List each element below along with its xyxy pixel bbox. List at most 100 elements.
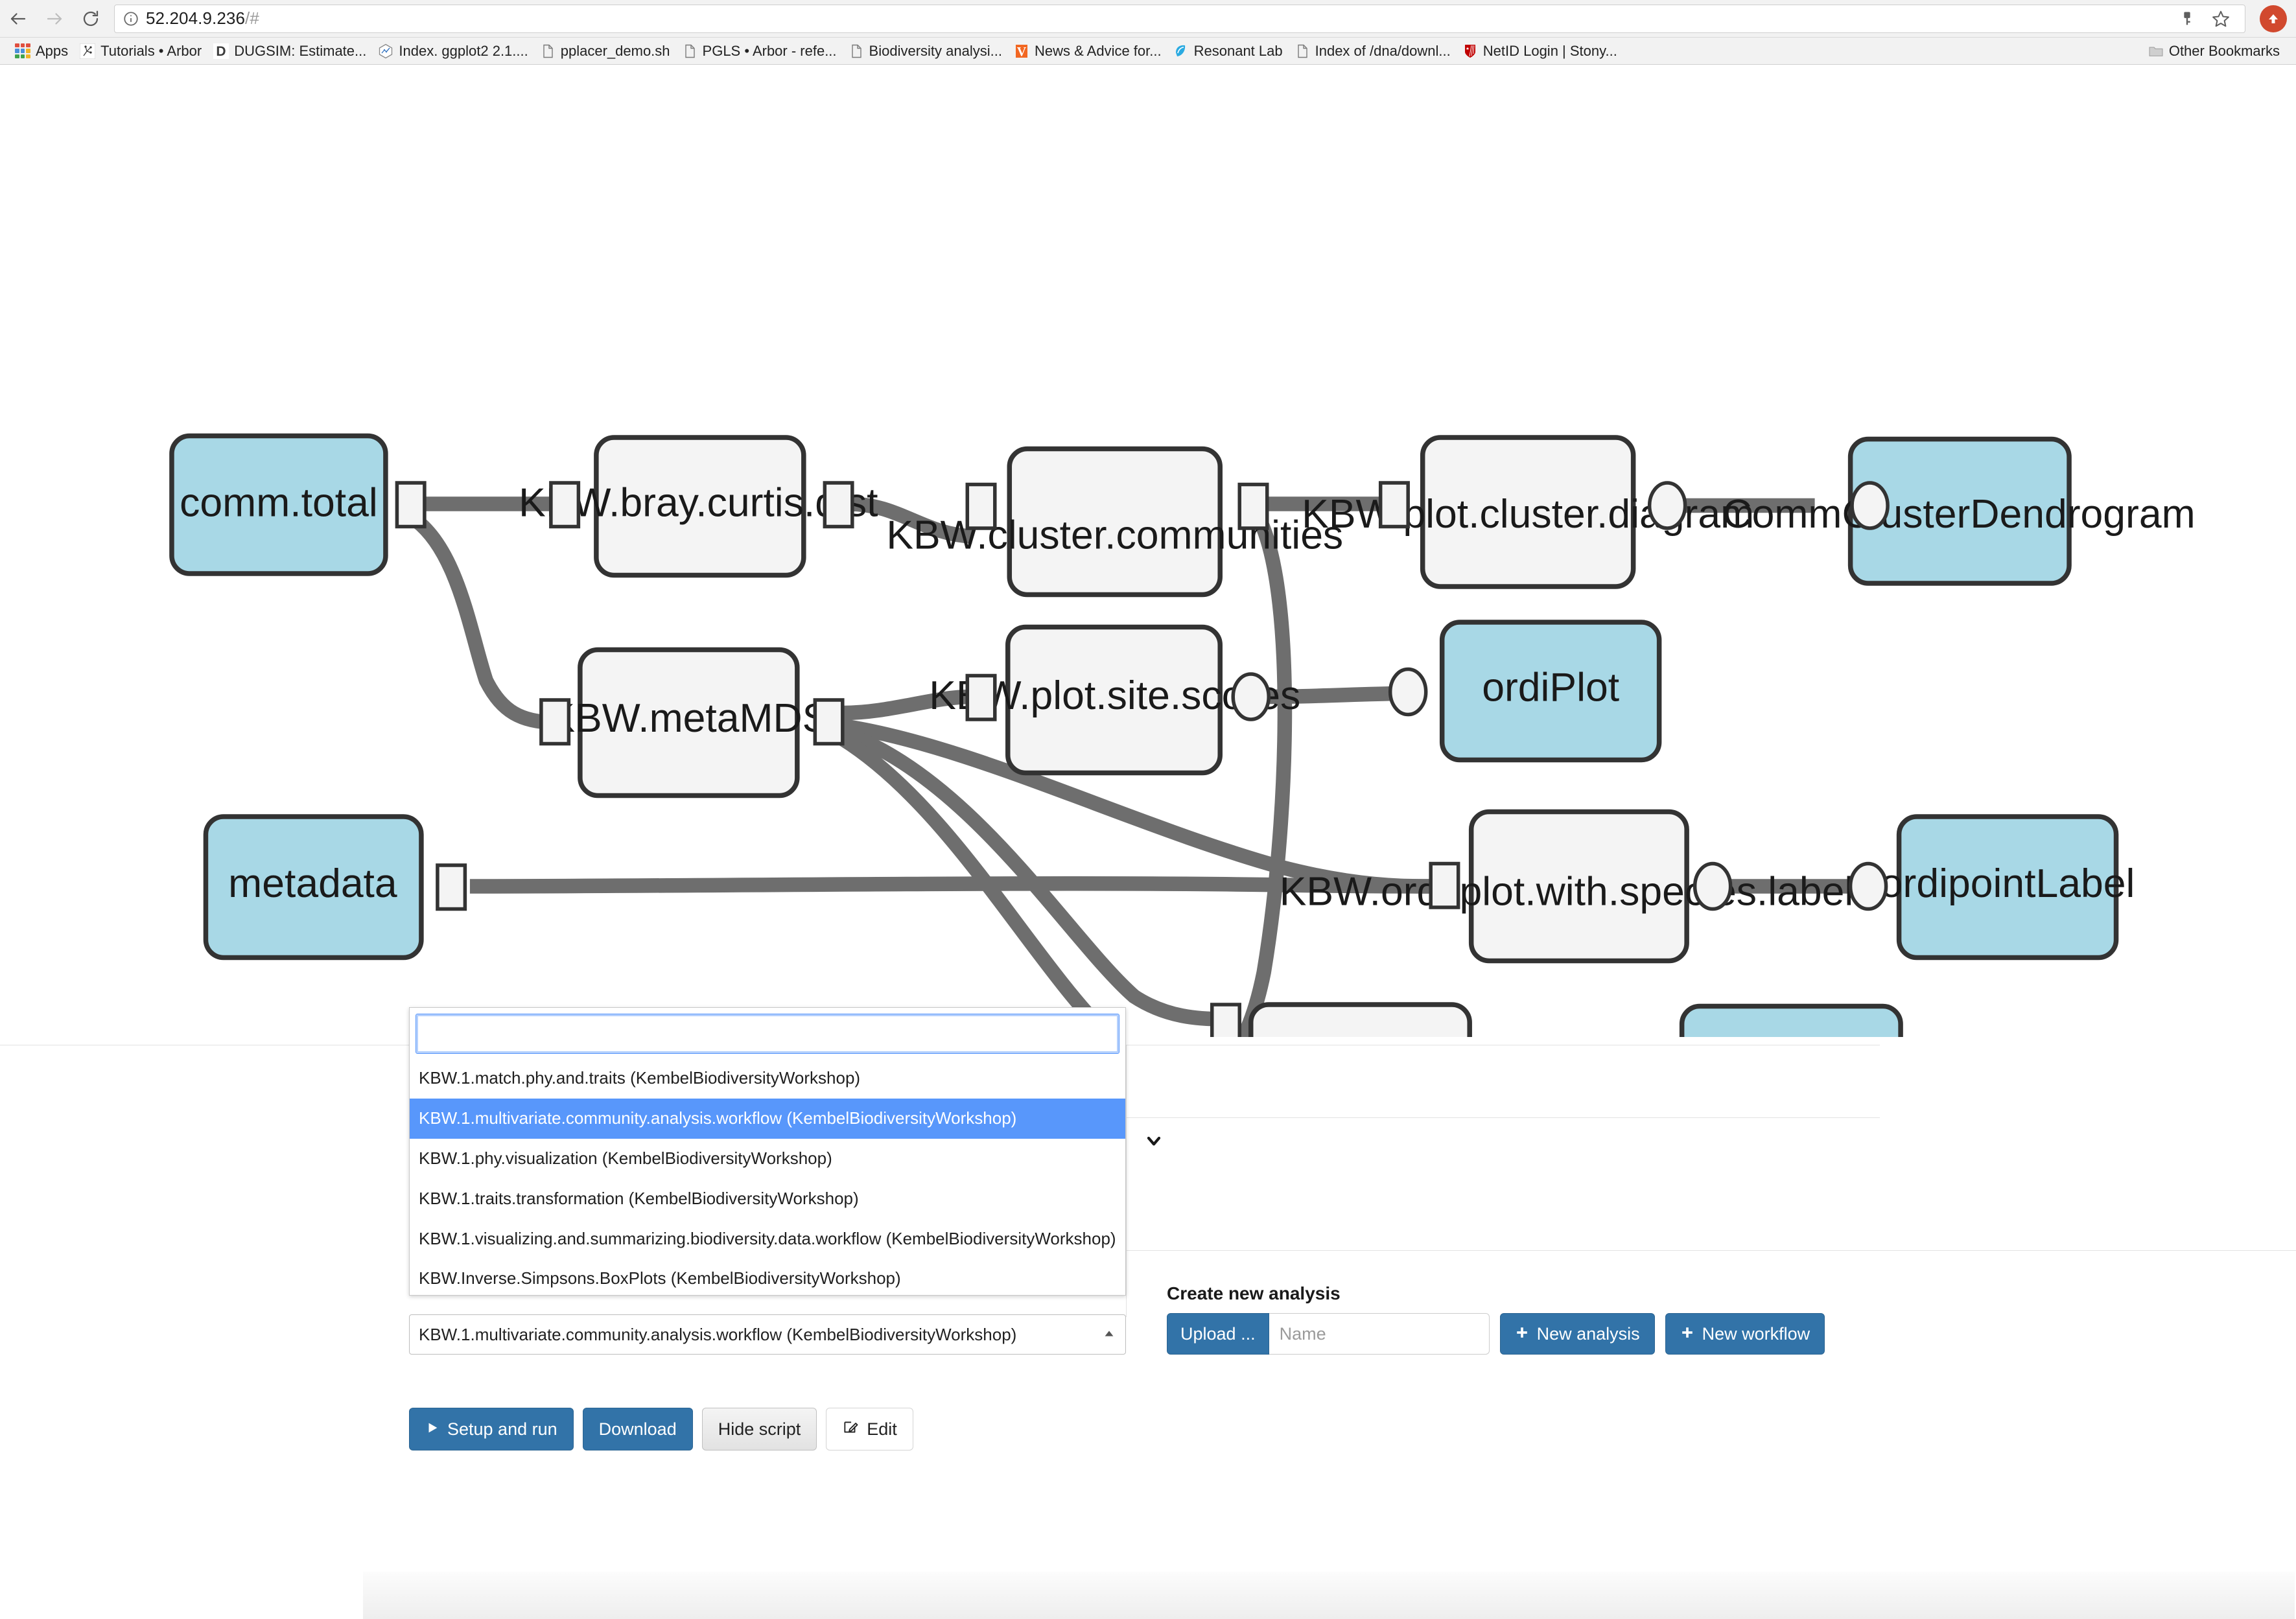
graph-node-ordiplot[interactable]: ordiPlot (1388, 620, 1662, 763)
graph-node-label: CommClusterDendrogram (1722, 491, 2195, 537)
graph-node-comm-total[interactable]: comm.total (169, 433, 427, 576)
dropdown-option-list[interactable]: KBW.1.match.phy.and.traits (KembelBiodiv… (410, 1058, 1125, 1295)
port-output (1237, 482, 1269, 530)
port-input (965, 673, 997, 721)
omnibox-icons (2171, 5, 2237, 33)
back-arrow-icon (8, 9, 28, 29)
graph-node-metadata[interactable]: metadata (203, 814, 467, 961)
port-input (1429, 861, 1460, 909)
workflow-dropdown-panel[interactable]: KBW.1.match.phy.and.traits (KembelBiodiv… (409, 1007, 1126, 1296)
setup-and-run-label: Setup and run (447, 1419, 557, 1439)
forward-button[interactable] (36, 1, 73, 37)
hide-script-label: Hide script (718, 1419, 801, 1439)
bookmark-item-netid-login[interactable]: NetID Login | Stony... (1457, 40, 1623, 62)
page-body: comm.total KBW.bray.curtis.dist KBW.clus… (0, 65, 2296, 1619)
graph-node-commclusterdendrogram[interactable]: CommClusterDendrogram (1722, 436, 2196, 586)
graph-node-ordipointlabel[interactable]: ordipointLabel (1848, 814, 2135, 961)
new-analysis-button[interactable]: New analysis (1499, 1313, 1655, 1355)
analysis-name-input[interactable] (1269, 1313, 1490, 1355)
dropdown-option[interactable]: KBW.Inverse.Simpsons.BoxPlots (KembelBio… (410, 1259, 1125, 1295)
graph-node-label: ordiPlot (1482, 664, 1619, 710)
svg-text:D: D (217, 44, 226, 59)
letter-d-icon: D (213, 43, 229, 59)
edit-button[interactable]: Edit (826, 1408, 913, 1450)
bookmark-label: PGLS • Arbor - refe... (702, 42, 837, 59)
port-output (1647, 481, 1687, 530)
port-input (539, 698, 571, 746)
dropdown-search-input[interactable] (416, 1014, 1119, 1054)
profile-upload-icon[interactable] (2260, 5, 2287, 32)
dropdown-option[interactable]: KBW.1.phy.visualization (KembelBiodivers… (410, 1139, 1125, 1179)
bookmark-apps[interactable]: Apps (9, 40, 74, 62)
url-host: 52.204.9.236 (146, 8, 246, 28)
dropdown-option[interactable]: KBW.1.match.phy.and.traits (KembelBiodiv… (410, 1058, 1125, 1099)
port-input (1388, 667, 1428, 717)
port-input (1378, 481, 1410, 529)
upload-button[interactable]: Upload ... (1167, 1313, 1269, 1355)
url-text: 52.204.9.236/# (146, 8, 259, 29)
bookmark-item-biodiversity[interactable]: Biodiversity analysi... (843, 40, 1008, 62)
bookmark-label: Biodiversity analysi... (869, 42, 1002, 59)
port-input-1 (1210, 1003, 1241, 1037)
graph-node-label: KBW.metaMDS (548, 695, 829, 741)
bookmark-item-ggplot2[interactable]: Index. ggplot2 2.1.... (372, 40, 533, 62)
graph-node-ordi-plot-with-species-labels[interactable]: KBW.ordi.plot.with.species.labels (1280, 809, 1874, 964)
bookmark-label: NetID Login | Stony... (1482, 42, 1617, 59)
bookmark-label: Index. ggplot2 2.1.... (399, 42, 528, 59)
info-circle-icon[interactable] (123, 10, 139, 27)
bookmark-label: Index of /dna/downl... (1315, 42, 1451, 59)
new-workflow-label: New workflow (1702, 1323, 1810, 1344)
apps-grid-icon (15, 43, 30, 59)
reload-button[interactable] (73, 1, 109, 37)
port-input (965, 482, 997, 530)
address-bar[interactable]: 52.204.9.236/# (114, 4, 2245, 33)
bookmark-item-pgls-arbor[interactable]: PGLS • Arbor - refe... (676, 40, 843, 62)
bookmark-item-index-dna[interactable]: Index of /dna/downl... (1289, 40, 1457, 62)
graph-node-plot-site-scores[interactable]: KBW.plot.site.scores (929, 624, 1300, 776)
download-button[interactable]: Download (582, 1408, 693, 1450)
divider-middle (1126, 1117, 1880, 1118)
workflow-graph[interactable]: comm.total KBW.bray.curtis.dist KBW.clus… (0, 65, 2296, 1037)
bookmark-item-dugsim[interactable]: D DUGSIM: Estimate... (207, 40, 372, 62)
bookmark-item-resonant-lab[interactable]: Resonant Lab (1167, 40, 1289, 62)
graph-node-label: metadata (228, 861, 397, 906)
port-input (549, 481, 581, 529)
divider-vertical (1126, 1045, 1127, 1317)
document-icon (682, 43, 697, 59)
forward-arrow-icon (45, 9, 64, 29)
bookmark-label: Tutorials • Arbor (100, 42, 202, 59)
setup-and-run-button[interactable]: Setup and run (409, 1408, 574, 1450)
bookmark-item-tutorials-arbor[interactable]: Tutorials • Arbor (74, 40, 207, 62)
dropdown-option[interactable]: KBW.1.visualizing.and.summarizing.biodiv… (410, 1219, 1125, 1259)
browser-toolbar: 52.204.9.236/# (0, 0, 2296, 38)
dropdown-option[interactable]: KBW.1.traits.transformation (KembelBiodi… (410, 1179, 1125, 1219)
bookmark-other-bookmarks[interactable]: Other Bookmarks (2142, 40, 2286, 62)
graph-node-customordiplot[interactable]: CustomOrdiPlot (1635, 1003, 1933, 1038)
back-button[interactable] (0, 1, 36, 37)
caret-up-icon[interactable] (1102, 1326, 1116, 1344)
graph-node-metamds[interactable]: KBW.metaMDS (539, 647, 845, 798)
bottom-panel-strip (363, 1572, 2295, 1619)
key-icon[interactable] (2171, 5, 2203, 33)
new-analysis-label: New analysis (1536, 1323, 1640, 1344)
bookmark-item-news-advice[interactable]: V News & Advice for... (1008, 40, 1167, 62)
bookmark-label: Apps (36, 42, 69, 59)
bookmark-label: Other Bookmarks (2168, 42, 2280, 59)
bookmark-item-pplacer-demo[interactable]: pplacer_demo.sh (534, 40, 676, 62)
workflow-select[interactable]: KBW.1.multivariate.community.analysis.wo… (409, 1314, 1126, 1355)
star-icon[interactable] (2205, 5, 2237, 33)
reload-icon (81, 9, 100, 29)
new-workflow-button[interactable]: New workflow (1665, 1313, 1825, 1355)
create-new-analysis-title: Create new analysis (1167, 1283, 1341, 1303)
hide-script-button[interactable]: Hide script (701, 1408, 817, 1450)
chevron-down-icon[interactable] (1141, 1128, 1167, 1154)
graph-node-label: KBW.cluster.communities (886, 512, 1343, 557)
pencil-square-icon (842, 1419, 859, 1440)
workflow-select-value: KBW.1.multivariate.community.analysis.wo… (419, 1324, 1017, 1344)
graph-node-bray-curtis-dist[interactable]: KBW.bray.curtis.dist (519, 435, 878, 578)
dropdown-option-selected[interactable]: KBW.1.multivariate.community.analysis.wo… (410, 1098, 1125, 1139)
graph-node-label: comm.total (180, 480, 378, 525)
bookmark-label: Resonant Lab (1193, 42, 1283, 59)
graph-node-plot-cluster-diagram[interactable]: KBW.plot.cluster.diagram (1302, 435, 1754, 589)
script-action-buttons: Setup and run Download Hide script Edit (409, 1408, 913, 1450)
